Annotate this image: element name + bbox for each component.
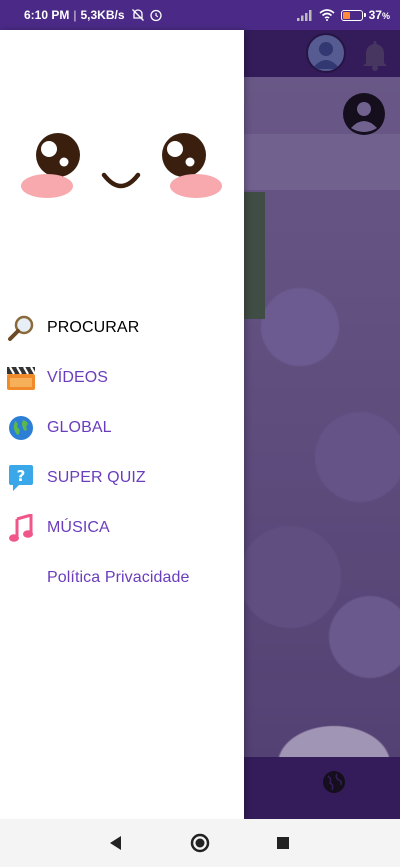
status-separator: |: [73, 8, 77, 22]
svg-text:?: ?: [17, 467, 26, 485]
back-icon[interactable]: [104, 831, 128, 855]
battery-icon: [340, 9, 366, 21]
menu-item-label: SUPER QUIZ: [47, 469, 146, 486]
menu-item-videos[interactable]: VÍDEOS: [0, 358, 244, 398]
navigation-drawer: PROCURAR VÍDEOS GLOBAL ? SUPER QUIZ MÚSI…: [0, 30, 244, 819]
menu-item-label: VÍDEOS: [47, 369, 109, 386]
globe-icon: [6, 413, 36, 443]
alarm-icon: [149, 9, 162, 22]
menu-item-procurar[interactable]: PROCURAR: [0, 308, 244, 348]
status-bar: 6:10 PM | 5,3KB/s 37%: [0, 0, 400, 30]
menu-item-super-quiz[interactable]: ? SUPER QUIZ: [0, 458, 244, 498]
clapperboard-icon: [6, 363, 36, 393]
system-navigation-bar: [0, 819, 400, 867]
magnifier-icon: [6, 313, 36, 343]
menu-item-label: GLOBAL: [47, 419, 112, 436]
status-time: 6:10 PM: [24, 8, 70, 22]
question-icon: ?: [6, 463, 36, 493]
battery-fill: [342, 11, 351, 19]
recents-icon[interactable]: [271, 831, 295, 855]
kawaii-face-logo: [21, 133, 222, 198]
wifi-icon: [319, 9, 335, 21]
menu-item-musica[interactable]: MÚSICA: [0, 508, 244, 548]
menu-item-label: PROCURAR: [47, 319, 140, 336]
menu-item-label: Política Privacidade: [47, 569, 190, 586]
status-net-speed: 5,3KB/s: [80, 8, 125, 22]
menu-item-global[interactable]: GLOBAL: [0, 408, 244, 448]
menu-item-privacy-policy[interactable]: Política Privacidade: [0, 558, 244, 598]
status-right-cluster: 37%: [296, 8, 390, 22]
mute-bell-icon: [131, 9, 144, 21]
battery-percent: 37%: [368, 8, 390, 22]
home-icon[interactable]: [188, 831, 212, 855]
music-note-icon: [6, 513, 36, 543]
signal-icon: [296, 10, 312, 21]
menu-item-label: MÚSICA: [47, 519, 110, 536]
